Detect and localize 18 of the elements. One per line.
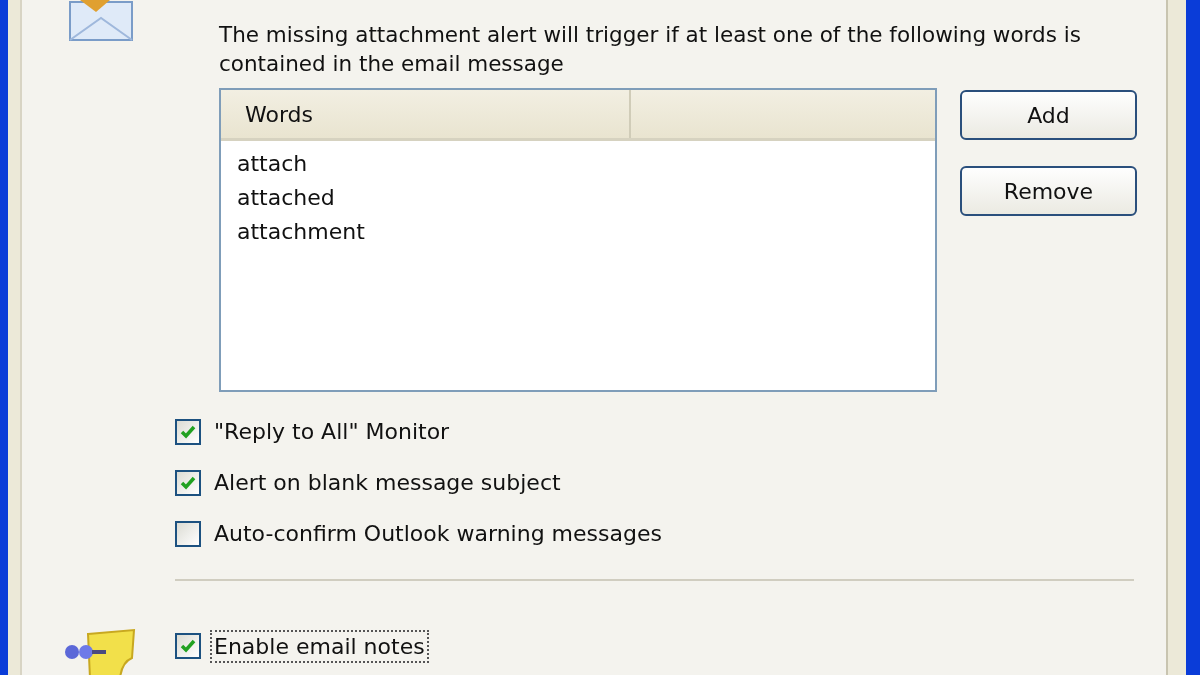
add-button[interactable]: Add	[960, 90, 1137, 140]
checkbox-label[interactable]: Auto-confirm Outlook warning messages	[210, 517, 666, 550]
note-pin-icon	[62, 628, 136, 675]
envelope-icon	[66, 0, 136, 42]
list-item[interactable]: attach	[221, 147, 935, 181]
description-text: The missing attachment alert will trigger if at least one of the following words is contained in the email message	[219, 21, 1082, 78]
checkbox-label[interactable]: Alert on blank message subject	[210, 466, 565, 499]
checkbox[interactable]	[175, 469, 201, 496]
checkbox[interactable]	[175, 418, 201, 445]
list-item[interactable]: attached	[221, 181, 935, 215]
checkbox-label[interactable]: Enable email notes	[210, 629, 429, 663]
word-list[interactable]: Words attach attached attachment	[219, 88, 937, 392]
checkbox[interactable]	[175, 520, 201, 547]
check-icon	[179, 637, 197, 655]
checkbox[interactable]	[175, 633, 201, 659]
remove-button[interactable]: Remove	[960, 166, 1137, 216]
list-item[interactable]: attachment	[221, 215, 935, 249]
checkbox-label[interactable]: "Reply to All" Monitor	[210, 415, 454, 448]
